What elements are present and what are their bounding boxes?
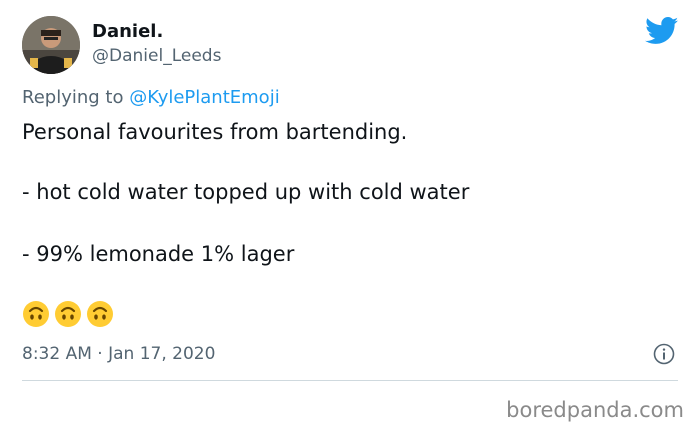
upside-down-face-icon [55,301,81,327]
divider [22,380,678,381]
twitter-bird-icon[interactable] [645,17,679,45]
reply-prefix: Replying to [22,87,130,108]
info-icon[interactable] [653,343,675,365]
upside-down-face-icon [23,301,49,327]
author-handle[interactable]: @Daniel_Leeds [92,46,221,66]
tweet-timestamp[interactable]: 8:32 AM · Jan 17, 2020 [22,344,215,364]
upside-down-face-icon [87,301,113,327]
reply-mention-link[interactable]: @KylePlantEmoji [129,87,280,108]
reply-context: Replying to @KylePlantEmoji [22,87,280,108]
tweet-card: Daniel. @Daniel_Leeds Replying to @KyleP… [0,0,700,434]
emoji-row [22,300,114,328]
tweet-text-line-3: - 99% lemonade 1% lager [22,242,295,266]
avatar[interactable] [22,16,80,74]
tweet-text-line-2: - hot cold water topped up with cold wat… [22,180,470,204]
author-display-name[interactable]: Daniel. [92,21,163,42]
tweet-text-line-1: Personal favourites from bartending. [22,120,408,144]
watermark: boredpanda.com [506,398,684,422]
